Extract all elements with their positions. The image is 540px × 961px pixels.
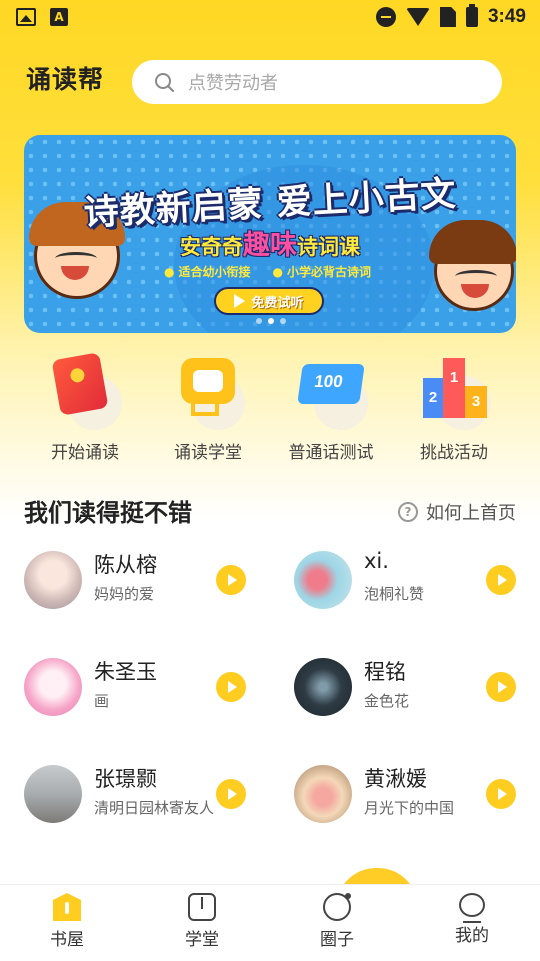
school-icon	[188, 893, 216, 921]
quick-actions: 开始诵读 诵读学堂 100 普通话测试 2 1 3 挑战活动	[0, 350, 540, 470]
play-button[interactable]	[216, 565, 246, 595]
quick-challenge[interactable]: 2 1 3 挑战活动	[389, 350, 519, 463]
bottom-tab-bar: 书屋 学堂 圈子 我的	[0, 884, 540, 961]
reader-item[interactable]: 朱圣玉 画	[24, 652, 274, 722]
quick-action-label: 挑战活动	[420, 443, 488, 463]
book-icon	[51, 352, 109, 416]
podium-icon: 2 1 3	[423, 358, 487, 418]
image-notification-icon	[16, 8, 36, 26]
tab-me[interactable]: 我的	[422, 893, 522, 946]
banner-dot-active	[268, 318, 274, 324]
play-button[interactable]	[216, 779, 246, 809]
play-button[interactable]	[486, 565, 516, 595]
quick-reading-school[interactable]: 诵读学堂	[143, 350, 273, 463]
clock: 3:49	[487, 6, 526, 27]
play-button[interactable]	[216, 672, 246, 702]
promo-banner[interactable]: 诗教新启蒙 爱上小古文 安奇奇趣味诗词课 适合幼小衔接 小学必背古诗词 免费试听	[24, 135, 516, 333]
reader-work: 泡桐礼赞	[364, 585, 425, 603]
banner-dot	[280, 318, 286, 324]
banner-points: 适合幼小衔接 小学必背古诗词	[164, 263, 371, 280]
home-icon	[53, 893, 81, 921]
battery-icon	[465, 4, 478, 27]
reader-name: 黄湫媛	[364, 767, 427, 791]
tab-circle[interactable]: 圈子	[287, 893, 387, 950]
search-icon	[155, 73, 174, 92]
reader-work: 金色花	[364, 692, 410, 710]
play-button[interactable]	[486, 672, 516, 702]
wifi-icon	[405, 8, 430, 26]
banner-pagination	[256, 318, 286, 324]
a-notification-icon: A	[50, 8, 68, 26]
tab-label: 我的	[455, 926, 489, 946]
play-button[interactable]	[486, 779, 516, 809]
avatar[interactable]	[24, 658, 82, 716]
quick-action-label: 诵读学堂	[174, 443, 242, 463]
free-trial-button[interactable]: 免费试听	[214, 287, 324, 315]
avatar[interactable]	[294, 765, 352, 823]
tab-school[interactable]: 学堂	[152, 893, 252, 950]
reader-name: xi.	[364, 549, 389, 573]
reader-name: 陈从榕	[94, 553, 157, 577]
score-scroll-icon: 100	[297, 364, 365, 404]
search-input[interactable]	[186, 60, 490, 106]
reader-name: 朱圣玉	[94, 660, 157, 684]
help-icon: ?	[398, 502, 418, 522]
robot-icon	[181, 358, 235, 404]
tab-label: 书屋	[50, 930, 84, 950]
tab-label: 学堂	[185, 930, 219, 950]
how-to-feature-link[interactable]: ? 如何上首页	[398, 499, 516, 525]
reader-name: 张璟颢	[94, 767, 157, 791]
reader-item[interactable]: 陈从榕 妈妈的爱	[24, 545, 274, 615]
quick-start-reading[interactable]: 开始诵读	[20, 350, 150, 463]
quick-action-label: 开始诵读	[51, 443, 119, 463]
profile-icon	[459, 893, 485, 923]
do-not-disturb-icon	[375, 7, 396, 27]
reader-item[interactable]: 程铭 金色花	[294, 652, 540, 722]
banner-dot	[256, 318, 262, 324]
tab-bookhouse[interactable]: 书屋	[17, 893, 117, 950]
status-bar: A 3:49	[0, 0, 540, 36]
reader-work: 月光下的中国	[364, 799, 455, 817]
app-title: 诵读帮	[26, 65, 105, 94]
circle-icon	[323, 893, 351, 921]
reader-work: 清明日园林寄友人	[94, 799, 215, 817]
avatar[interactable]	[24, 765, 82, 823]
avatar[interactable]	[294, 658, 352, 716]
tab-label: 圈子	[320, 930, 354, 950]
avatar[interactable]	[294, 551, 352, 609]
banner-subtitle: 安奇奇趣味诗词课	[180, 230, 360, 261]
reader-item[interactable]: xi. 泡桐礼赞	[294, 545, 540, 615]
quick-mandarin-test[interactable]: 100 普通话测试	[266, 350, 396, 463]
section-title: 我们读得挺不错	[24, 499, 192, 527]
avatar[interactable]	[24, 551, 82, 609]
reader-item[interactable]: 黄湫媛 月光下的中国	[294, 759, 540, 829]
reader-name: 程铭	[364, 660, 406, 684]
reader-work: 妈妈的爱	[94, 585, 155, 603]
search-bar[interactable]	[132, 60, 502, 106]
no-sim-icon	[439, 7, 456, 27]
play-icon	[234, 294, 246, 308]
reader-work: 画	[94, 692, 110, 710]
reader-item[interactable]: 张璟颢 清明日园林寄友人	[24, 759, 274, 829]
quick-action-label: 普通话测试	[288, 443, 374, 463]
